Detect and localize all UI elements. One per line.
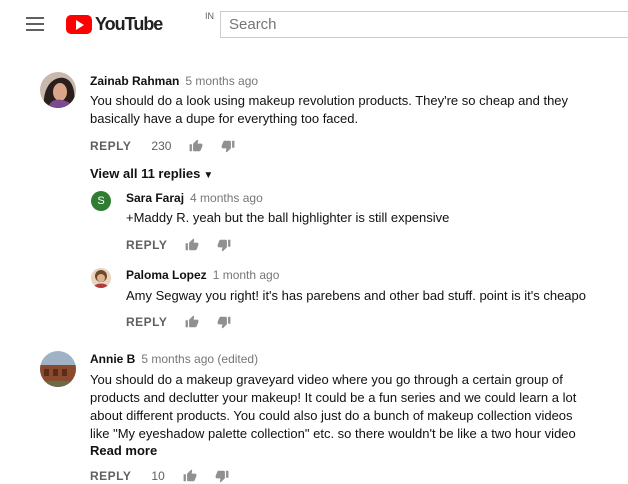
comments-section: Zainab Rahman 5 months ago You should do … bbox=[0, 50, 628, 484]
comment-actions: REPLY 10 bbox=[90, 469, 229, 483]
like-icon[interactable] bbox=[185, 238, 199, 252]
comment-time[interactable]: 5 months ago (edited) bbox=[141, 352, 258, 366]
reply-author[interactable]: Paloma Lopez 1 month ago bbox=[126, 268, 279, 282]
author-name[interactable]: Paloma Lopez bbox=[126, 268, 207, 282]
dislike-icon[interactable] bbox=[217, 238, 231, 252]
reply-button[interactable]: REPLY bbox=[126, 315, 167, 329]
dislike-icon[interactable] bbox=[221, 139, 235, 153]
view-replies-label[interactable]: View all 11 replies bbox=[90, 166, 200, 181]
avatar[interactable] bbox=[40, 351, 76, 387]
dislike-icon[interactable] bbox=[215, 469, 229, 483]
author-name[interactable]: Sara Faraj bbox=[126, 191, 184, 205]
author-name[interactable]: Annie B bbox=[90, 352, 135, 366]
reply-actions: REPLY bbox=[126, 315, 231, 329]
reply-button[interactable]: REPLY bbox=[126, 238, 167, 252]
search-input[interactable] bbox=[220, 11, 628, 38]
like-count: 10 bbox=[151, 469, 165, 483]
reply-actions: REPLY bbox=[126, 238, 231, 252]
top-bar: YouTube IN bbox=[0, 0, 628, 50]
like-icon[interactable] bbox=[183, 469, 197, 483]
comment-time[interactable]: 5 months ago bbox=[185, 74, 258, 88]
reply-button[interactable]: REPLY bbox=[90, 139, 131, 153]
like-icon[interactable] bbox=[189, 139, 203, 153]
comment-time[interactable]: 4 months ago bbox=[190, 191, 263, 205]
avatar[interactable] bbox=[91, 268, 111, 288]
comment-text: You should do a look using makeup revolu… bbox=[90, 93, 569, 126]
comment-actions: REPLY 230 bbox=[90, 139, 235, 153]
avatar-letter: S bbox=[97, 195, 105, 207]
menu-icon[interactable] bbox=[26, 17, 44, 31]
reply-button[interactable]: REPLY bbox=[90, 469, 131, 483]
chevron-down-icon[interactable]: ▼ bbox=[203, 170, 213, 181]
play-logo-icon bbox=[66, 15, 92, 34]
like-icon[interactable] bbox=[185, 315, 199, 329]
comment-author[interactable]: Zainab Rahman 5 months ago bbox=[90, 74, 258, 88]
author-name[interactable]: Zainab Rahman bbox=[90, 74, 179, 88]
read-more-button[interactable]: Read more bbox=[90, 443, 157, 458]
like-count: 230 bbox=[151, 139, 172, 153]
comment-author[interactable]: Annie B 5 months ago (edited) bbox=[90, 352, 258, 366]
reply-author[interactable]: Sara Faraj 4 months ago bbox=[126, 191, 263, 205]
logo-region: IN bbox=[205, 11, 214, 21]
dislike-icon[interactable] bbox=[217, 315, 231, 329]
avatar[interactable]: S bbox=[91, 191, 111, 211]
comment-time[interactable]: 1 month ago bbox=[213, 268, 280, 282]
view-replies-button[interactable]: View all 11 replies ▼ bbox=[90, 166, 213, 181]
reply-text: Amy Segway you right! it's has parebens … bbox=[126, 288, 586, 303]
comment-text: You should do a makeup graveyard video w… bbox=[90, 372, 577, 441]
reply-text: +Maddy R. yeah but the ball highlighter … bbox=[126, 210, 450, 225]
avatar[interactable] bbox=[40, 72, 76, 108]
logo-text: YouTube bbox=[95, 14, 163, 34]
